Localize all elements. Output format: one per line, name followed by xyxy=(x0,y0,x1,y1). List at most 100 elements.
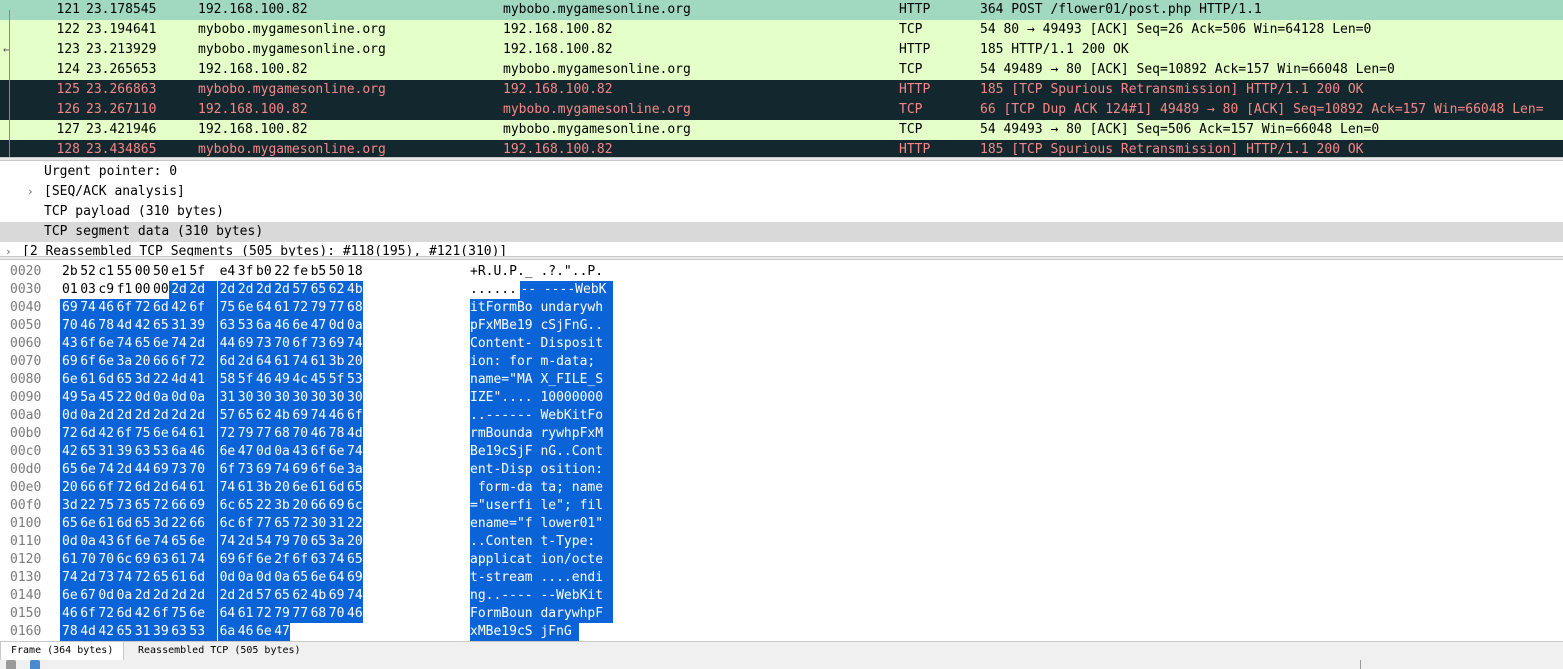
hex-byte[interactable]: 68 xyxy=(345,299,364,317)
hex-byte[interactable]: 66 xyxy=(78,479,97,497)
hex-byte[interactable]: 6d xyxy=(78,425,97,443)
hex-byte[interactable]: 69 xyxy=(187,497,218,515)
hex-byte[interactable]: 74 xyxy=(345,335,364,353)
hex-byte[interactable]: 46 xyxy=(235,623,254,641)
hex-byte[interactable]: 42 xyxy=(132,605,151,623)
hex-byte[interactable]: 22 xyxy=(345,515,364,533)
hex-byte[interactable]: e4 xyxy=(218,263,236,281)
hex-byte[interactable]: 4d xyxy=(114,317,133,335)
hex-row[interactable]: 0020 2b 52 c1 55 00 50 e1 5f e4 3f b0 22 fe b5 50 18 +R.U… xyxy=(0,263,1563,281)
hex-byte[interactable]: 6e xyxy=(96,335,115,353)
hex-byte[interactable]: 49 xyxy=(60,389,79,407)
hex-byte[interactable]: 6e xyxy=(308,569,327,587)
hex-byte[interactable]: 69 xyxy=(60,353,79,371)
hex-row[interactable]: 00e0 20 66 6f 72 6d 2d 64 61 74 61 3b 20 6e 61 6d 65 for… xyxy=(0,479,1563,497)
hex-byte[interactable]: 2d xyxy=(187,587,218,605)
hex-byte[interactable]: 2d xyxy=(151,407,170,425)
hex-byte[interactable]: 65 xyxy=(308,533,327,551)
hex-row[interactable]: 0060 43 6f 6e 74 65 6e 74 2d 44 69 73 70 6f 73 69 74 Cont… xyxy=(0,335,1563,353)
hex-byte[interactable]: 5a xyxy=(78,389,97,407)
hex-row[interactable]: 0140 6e 67 0d 0a 2d 2d 2d 2d 2d 2d 57 65 62 4b 69 74 ng..… xyxy=(0,587,1563,605)
hex-byte[interactable]: 41 xyxy=(187,371,218,389)
hex-byte[interactable]: 6d xyxy=(96,371,115,389)
hex-byte[interactable]: 42 xyxy=(132,317,151,335)
hex-byte[interactable]: 0a xyxy=(78,533,97,551)
hex-byte[interactable]: 73 xyxy=(169,461,188,479)
hex-byte[interactable]: 4d xyxy=(169,371,188,389)
hex-byte[interactable]: e1 xyxy=(169,263,187,281)
hex-byte[interactable]: 6e xyxy=(326,461,345,479)
hex-byte[interactable]: 65 xyxy=(114,623,133,641)
tree-item[interactable]: › [SEQ/ACK analysis] xyxy=(0,182,1563,202)
packet-bytes-pane[interactable]: 0020 2b 52 c1 55 00 50 e1 5f e4 3f b0 22 fe b5 50 18 +R.U… xyxy=(0,261,1563,641)
hex-byte[interactable]: 0d xyxy=(326,317,345,335)
hex-byte[interactable]: 78 xyxy=(60,623,79,641)
hex-byte[interactable]: 74 xyxy=(217,533,236,551)
hex-byte[interactable]: 61 xyxy=(272,299,291,317)
hex-byte[interactable]: 46 xyxy=(272,317,291,335)
hex-row[interactable]: 0110 0d 0a 43 6f 6e 74 65 6e 74 2d 54 79 70 65 3a 20 ..Co… xyxy=(0,533,1563,551)
hex-byte[interactable]: 73 xyxy=(308,335,327,353)
hex-byte[interactable]: 6f xyxy=(114,425,133,443)
hex-byte[interactable]: 2d xyxy=(235,281,254,299)
hex-byte[interactable]: 0d xyxy=(96,587,115,605)
hex-byte[interactable]: 6c xyxy=(114,551,133,569)
hex-byte[interactable]: 46 xyxy=(326,407,345,425)
hex-byte[interactable]: 54 xyxy=(254,533,273,551)
hex-byte[interactable]: 6f xyxy=(308,443,327,461)
hex-byte[interactable]: 72 xyxy=(132,569,151,587)
hex-row[interactable]: 0160 78 4d 42 65 31 39 63 53 6a 46 6e 47 xMBe19cS jFn… xyxy=(0,623,1563,641)
hex-byte[interactable]: 74 xyxy=(272,461,291,479)
hex-byte[interactable]: 69 xyxy=(290,407,309,425)
hex-byte[interactable]: 53 xyxy=(151,443,170,461)
hex-byte[interactable]: 3f xyxy=(236,263,254,281)
packet-row[interactable]: 125 23.266863 mybobo.mygamesonline.org 192.… xyxy=(0,80,1563,100)
hex-row[interactable]: 0050 70 46 78 4d 42 65 31 39 63 53 6a 46 6e 47 0d 0a pFxM… xyxy=(0,317,1563,335)
hex-byte[interactable]: 2d xyxy=(96,407,115,425)
hex-row[interactable]: 0100 65 6e 61 6d 65 3d 22 66 6c 6f 77 65 72 30 31 22 enam… xyxy=(0,515,1563,533)
hex-byte[interactable]: 73 xyxy=(235,461,254,479)
hex-byte[interactable]: 73 xyxy=(254,335,273,353)
hex-byte[interactable]: 65 xyxy=(272,515,291,533)
hex-byte[interactable]: 2d xyxy=(217,281,236,299)
hex-byte[interactable]: 77 xyxy=(326,299,345,317)
hex-byte[interactable]: 72 xyxy=(60,425,79,443)
hex-byte[interactable]: 31 xyxy=(169,317,188,335)
hex-byte[interactable]: 75 xyxy=(217,299,236,317)
hex-byte[interactable]: 0d xyxy=(60,407,79,425)
hex-byte[interactable]: 74 xyxy=(169,335,188,353)
hex-byte[interactable]: 66 xyxy=(187,515,218,533)
packet-row[interactable]: 126 23.267110 192.168.100.82 mybobo.mygames… xyxy=(0,100,1563,120)
hex-byte[interactable]: 69 xyxy=(235,335,254,353)
hex-byte[interactable]: 22 xyxy=(151,371,170,389)
hex-byte[interactable]: 4d xyxy=(78,623,97,641)
hex-byte[interactable]: 6e xyxy=(235,299,254,317)
hex-byte[interactable]: 65 xyxy=(235,407,254,425)
packet-row[interactable]: 123 23.213929 mybobo.mygamesonline.org 192.… xyxy=(0,40,1563,60)
hex-byte[interactable]: 74 xyxy=(114,569,133,587)
hex-byte[interactable]: 31 xyxy=(132,623,151,641)
hex-byte[interactable]: 42 xyxy=(169,299,188,317)
hex-byte[interactable]: 46 xyxy=(187,443,218,461)
hex-byte[interactable]: 74 xyxy=(96,461,115,479)
hex-byte[interactable]: f1 xyxy=(115,281,133,299)
hex-byte[interactable]: 6e xyxy=(290,479,309,497)
hex-byte[interactable]: 61 xyxy=(169,569,188,587)
hex-byte[interactable]: 39 xyxy=(151,623,170,641)
hex-byte[interactable]: 69 xyxy=(326,497,345,515)
hex-byte[interactable]: 61 xyxy=(235,479,254,497)
hex-byte[interactable]: 65 xyxy=(60,461,79,479)
hex-byte[interactable]: 65 xyxy=(114,371,133,389)
hex-byte[interactable]: 0d xyxy=(254,569,273,587)
hex-byte[interactable]: 6e xyxy=(290,317,309,335)
hex-byte[interactable]: 2b xyxy=(60,263,78,281)
tree-item[interactable]: › [2 Reassembled TCP Segments (505 bytes)… xyxy=(0,242,1563,256)
hex-byte[interactable]: 3d xyxy=(132,371,151,389)
hex-byte[interactable]: 68 xyxy=(308,605,327,623)
hex-byte[interactable]: 20 xyxy=(290,497,309,515)
hex-byte[interactable]: 2d xyxy=(187,281,218,299)
hex-byte[interactable]: 75 xyxy=(132,425,151,443)
hex-byte[interactable]: 6f xyxy=(308,461,327,479)
hex-byte[interactable]: 2d xyxy=(235,353,254,371)
hex-byte[interactable]: 00 xyxy=(151,281,169,299)
